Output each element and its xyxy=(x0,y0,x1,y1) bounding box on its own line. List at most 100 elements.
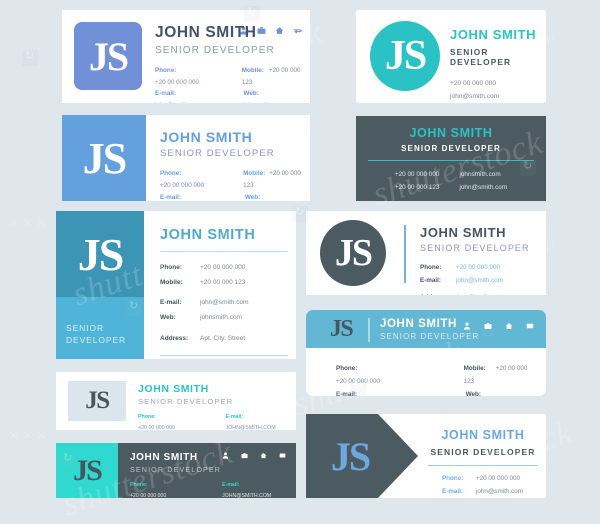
logo-circle: JS xyxy=(320,220,386,286)
info-row: E-mail:john@smith.com Web:johnsmith.com xyxy=(336,388,536,396)
info-row: Phone:+20 00 000 000 Mobile: +20 00 000 1… xyxy=(160,168,305,192)
info-column-right: johnsmith.com john@smith.com xyxy=(459,168,507,195)
value-web: johnsmith.com xyxy=(200,313,242,321)
logo-panel: JS xyxy=(306,414,418,498)
info-row: Phone: +20 00 000 000 xyxy=(442,473,538,486)
info-row: E-mail: john@smith.com xyxy=(442,486,538,498)
person-role: SENIOR DEVELOPER xyxy=(380,332,480,341)
logo-circle: JS xyxy=(370,21,440,91)
briefcase-icon[interactable] xyxy=(484,322,492,330)
logo-text: JS xyxy=(329,315,354,342)
logo-text: JS xyxy=(82,133,127,183)
info-row: Phone: +20 00 000 000 E-mail: JOHN@SMITH.C… xyxy=(130,480,290,498)
business-card-10[interactable]: JS JOHN SMITH SENIOR DEVELOPER Phone: +20… xyxy=(306,414,546,498)
divider xyxy=(428,465,538,466)
info-row: E-mail: john@smith.com xyxy=(160,296,288,311)
person-name: JOHN SMITH xyxy=(138,383,209,395)
info-row: Phone: +20 00 000 000 xyxy=(420,262,540,275)
label-phone: Phone: xyxy=(336,365,358,372)
business-card-collection: JS JOHN SMITH SENIOR DEVELOPER Phone: +20… xyxy=(0,0,600,509)
person-role: SENIOR DEVELOPER xyxy=(155,45,275,56)
card-body: JOHN SMITH Phone: +20 00 000 000 Mobile: +… xyxy=(160,227,288,359)
logo-tile: JS xyxy=(74,22,142,90)
person-name: JOHN SMITH xyxy=(160,227,256,243)
label-address: Address: xyxy=(160,334,189,342)
card-body: JOHN SMITH SENIOR DEVELOPER Phone: +20 00… xyxy=(160,129,305,201)
value-email: john@smith.com xyxy=(476,487,523,495)
person-icon[interactable] xyxy=(463,322,471,330)
value-mobile: +20 00 000 123 xyxy=(394,184,440,192)
info-row: Mobile: +20 00 000 123 xyxy=(160,276,288,291)
home-icon[interactable] xyxy=(505,322,513,330)
label-email: E-mail: xyxy=(155,90,176,98)
divider xyxy=(160,355,288,357)
divider xyxy=(368,160,534,161)
business-card-5[interactable]: JS SENIOR DEVELOPER JOHN SMITH Phone: +20… xyxy=(56,211,296,359)
monitor-icon[interactable] xyxy=(526,322,534,330)
card-body: JOHN SMITH SENIOR DEVELOPER Phone: +20 00… xyxy=(130,452,290,498)
contact-info: Phone:+20 00 000 000 Mobile:+20 00 000 1… xyxy=(155,65,304,103)
logo-panel: JS xyxy=(56,211,144,297)
person-role: SENIOR DEVELOPER xyxy=(450,47,512,67)
person-role: SENIOR DEVELOPER xyxy=(420,243,530,253)
label-web: Web: xyxy=(243,90,259,98)
contact-info: Phone: +20 00 000 000 E-mail: john@smith.c… xyxy=(428,473,538,498)
role-panel: SENIOR DEVELOPER xyxy=(56,297,144,359)
label-email: E-mail: xyxy=(222,482,240,488)
business-card-6[interactable]: JS JOHN SMITH SENIOR DEVELOPER Phone: +20… xyxy=(306,211,546,295)
value-email: john@smith.com xyxy=(200,299,249,307)
label-web: Web: xyxy=(465,391,481,396)
person-name: JOHN SMITH xyxy=(160,129,253,145)
business-card-9[interactable]: JS JOHN SMITH SENIOR DEVELOPER Phone: +20… xyxy=(56,443,296,498)
person-role: SENIOR DEVELOPER xyxy=(130,465,222,474)
info-row: Phone:+20 00 000 000 Mobile: +20 00 000 1… xyxy=(336,362,536,388)
business-card-4[interactable]: JOHN SMITH SENIOR DEVELOPER +20 00 000 0… xyxy=(356,116,546,201)
contact-info: Phone: +20 00 000 000 E-mail: JOHN@SMITH.C… xyxy=(130,480,290,498)
social-icon-row[interactable] xyxy=(463,322,534,330)
business-card-3[interactable]: JS JOHN SMITH SENIOR DEVELOPER Phone: +20… xyxy=(62,115,310,201)
label-address: Address: xyxy=(420,292,456,295)
info-row: E-mail: john@smith.com xyxy=(420,275,540,288)
value-address: Apt. City. Street xyxy=(456,294,500,295)
card-body: JOHN SMITH SENIOR DEVELOPER Phone: +20 00… xyxy=(138,383,290,430)
person-name: JOHN SMITH xyxy=(450,27,537,42)
label-mobile: Mobile: xyxy=(160,278,183,286)
info-row: E-mail:john@smith.com Web:johnsmith.com xyxy=(155,88,304,103)
logo-text: JS xyxy=(330,433,371,479)
business-card-1[interactable]: JS JOHN SMITH SENIOR DEVELOPER Phone: +20… xyxy=(62,10,310,103)
label-phone: Phone: xyxy=(155,67,177,74)
logo-text: JS xyxy=(334,232,373,274)
business-card-7[interactable]: JS JOHN SMITH SENIOR DEVELOPER Phone: +20… xyxy=(306,310,546,396)
value-address: Apt. City. Street xyxy=(200,334,246,342)
label-phone: Phone: xyxy=(420,264,442,271)
label-email: E-mail: xyxy=(225,414,244,420)
label-email: E-mail: xyxy=(442,487,463,495)
label-web: Web: xyxy=(244,193,261,201)
logo-text: JS xyxy=(77,228,125,280)
value-web: johnsmith.com xyxy=(244,102,285,103)
label-phone: Phone: xyxy=(160,170,182,177)
logo-panel: JS xyxy=(62,115,146,201)
value-phone: +20 00 000 000 xyxy=(160,181,204,189)
contact-info: +20 00 000 000 john@smith.com johnsmith.… xyxy=(450,77,546,103)
label-web: Web: xyxy=(160,313,176,321)
card-body: JOHN SMITH SENIOR DEVELOPER Phone: +20 00… xyxy=(155,24,304,103)
info-row: Phone:+20 00 000 000 Mobile: +20 00 000 1… xyxy=(155,65,304,88)
business-card-2[interactable]: JS JOHN SMITH SENIOR DEVELOPER +20 00 00… xyxy=(356,10,546,103)
person-name: JOHN SMITH xyxy=(130,452,198,463)
logo-panel: JS xyxy=(56,443,118,498)
info-row: E-mail:john@smith.com Web:johnsmith.com xyxy=(160,192,305,201)
value-email: john@smith.com xyxy=(456,276,503,284)
label-mobile: Mobile: xyxy=(463,365,486,372)
business-card-8[interactable]: JS JOHN SMITH SENIOR DEVELOPER Phone: +20… xyxy=(56,372,296,430)
person-name: JOHN SMITH xyxy=(155,24,257,41)
info-row: Phone: +20 00 000 000 xyxy=(160,261,288,276)
label-email: E-mail: xyxy=(160,193,181,201)
value-phone: +20 00 000 000 xyxy=(394,171,440,178)
label-phone: Phone: xyxy=(138,414,156,420)
contact-info: Phone:+20 00 000 000 Mobile:+20 00 000 1… xyxy=(160,168,305,201)
label-email: E-mail: xyxy=(336,391,357,396)
value-phone: +20 00 000 000 xyxy=(476,475,520,482)
info-column-left: +20 00 000 000 +20 00 000 123 xyxy=(395,168,440,195)
label-phone: Phone: xyxy=(442,475,464,482)
